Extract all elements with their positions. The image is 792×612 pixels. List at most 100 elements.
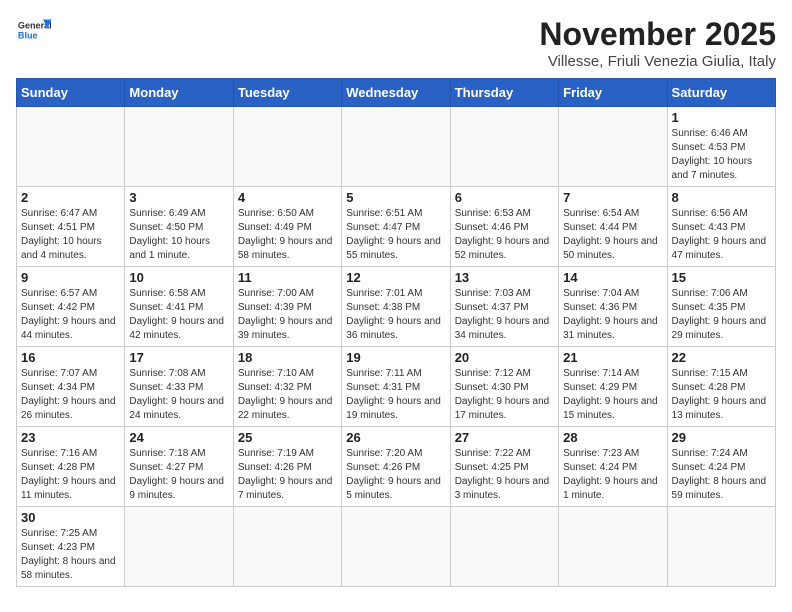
calendar-day-cell: 20Sunrise: 7:12 AM Sunset: 4:30 PM Dayli… bbox=[450, 347, 558, 427]
day-info: Sunrise: 7:22 AM Sunset: 4:25 PM Dayligh… bbox=[455, 447, 554, 503]
calendar-day-cell: 17Sunrise: 7:08 AM Sunset: 4:33 PM Dayli… bbox=[125, 347, 233, 427]
day-number: 20 bbox=[455, 350, 554, 365]
calendar-day-cell bbox=[342, 107, 450, 187]
day-number: 24 bbox=[129, 430, 228, 445]
day-info: Sunrise: 6:49 AM Sunset: 4:50 PM Dayligh… bbox=[129, 207, 228, 263]
calendar-header-row: SundayMondayTuesdayWednesdayThursdayFrid… bbox=[17, 79, 776, 107]
month-title: November 2025 bbox=[539, 16, 776, 53]
calendar-week-row: 16 Sunrise: 7:07 AM Sunset: 4:34 PM Dayli… bbox=[17, 347, 776, 427]
calendar-day-cell: 21Sunrise: 7:14 AM Sunset: 4:29 PM Dayli… bbox=[559, 347, 667, 427]
calendar-day-cell: 1 Sunrise: 6:46 AM Sunset: 4:53 PM Daylig… bbox=[667, 107, 775, 187]
calendar-day-cell: 6 Sunrise: 6:53 AM Sunset: 4:46 PM Daylig… bbox=[450, 187, 558, 267]
weekday-header-monday: Monday bbox=[125, 79, 233, 107]
calendar-day-cell bbox=[667, 507, 775, 587]
calendar-week-row: 9 Sunrise: 6:57 AM Sunset: 4:42 PM Daylig… bbox=[17, 267, 776, 347]
day-number: 9 bbox=[21, 270, 120, 285]
calendar-day-cell: 2 Sunrise: 6:47 AM Sunset: 4:51 PM Daylig… bbox=[17, 187, 125, 267]
day-number: 11 bbox=[238, 270, 337, 285]
day-info: Sunrise: 7:20 AM Sunset: 4:26 PM Dayligh… bbox=[346, 447, 445, 503]
day-info: Sunrise: 7:24 AM Sunset: 4:24 PM Dayligh… bbox=[672, 447, 771, 503]
calendar-day-cell: 18Sunrise: 7:10 AM Sunset: 4:32 PM Dayli… bbox=[233, 347, 341, 427]
weekday-header-tuesday: Tuesday bbox=[233, 79, 341, 107]
day-number: 6 bbox=[455, 190, 554, 205]
calendar-day-cell: 7 Sunrise: 6:54 AM Sunset: 4:44 PM Daylig… bbox=[559, 187, 667, 267]
day-number: 5 bbox=[346, 190, 445, 205]
calendar-day-cell bbox=[559, 107, 667, 187]
day-info: Sunrise: 7:15 AM Sunset: 4:28 PM Dayligh… bbox=[672, 367, 771, 423]
day-number: 25 bbox=[238, 430, 337, 445]
calendar-day-cell bbox=[125, 507, 233, 587]
calendar-day-cell: 28Sunrise: 7:23 AM Sunset: 4:24 PM Dayli… bbox=[559, 427, 667, 507]
weekday-header-friday: Friday bbox=[559, 79, 667, 107]
calendar-week-row: 1 Sunrise: 6:46 AM Sunset: 4:53 PM Daylig… bbox=[17, 107, 776, 187]
day-info: Sunrise: 6:57 AM Sunset: 4:42 PM Dayligh… bbox=[21, 287, 120, 343]
logo: General Blue bbox=[16, 16, 52, 44]
header: General Blue November 2025 Villesse, Fri… bbox=[16, 16, 776, 70]
day-info: Sunrise: 7:10 AM Sunset: 4:32 PM Dayligh… bbox=[238, 367, 337, 423]
calendar-day-cell bbox=[450, 107, 558, 187]
day-number: 21 bbox=[563, 350, 662, 365]
day-info: Sunrise: 7:08 AM Sunset: 4:33 PM Dayligh… bbox=[129, 367, 228, 423]
day-number: 30 bbox=[21, 510, 120, 525]
calendar-day-cell bbox=[450, 507, 558, 587]
calendar-week-row: 23Sunrise: 7:16 AM Sunset: 4:28 PM Dayli… bbox=[17, 427, 776, 507]
day-info: Sunrise: 7:03 AM Sunset: 4:37 PM Dayligh… bbox=[455, 287, 554, 343]
day-number: 14 bbox=[563, 270, 662, 285]
day-number: 29 bbox=[672, 430, 771, 445]
calendar-week-row: 30 Sunrise: 7:25 AM Sunset: 4:23 PM Dayli… bbox=[17, 507, 776, 587]
calendar-day-cell: 11Sunrise: 7:00 AM Sunset: 4:39 PM Dayli… bbox=[233, 267, 341, 347]
day-info: Sunrise: 7:06 AM Sunset: 4:35 PM Dayligh… bbox=[672, 287, 771, 343]
svg-text:Blue: Blue bbox=[18, 30, 38, 40]
calendar-day-cell bbox=[233, 507, 341, 587]
calendar-day-cell: 5 Sunrise: 6:51 AM Sunset: 4:47 PM Daylig… bbox=[342, 187, 450, 267]
calendar-day-cell: 13Sunrise: 7:03 AM Sunset: 4:37 PM Dayli… bbox=[450, 267, 558, 347]
calendar-day-cell: 30 Sunrise: 7:25 AM Sunset: 4:23 PM Dayli… bbox=[17, 507, 125, 587]
calendar-day-cell: 3 Sunrise: 6:49 AM Sunset: 4:50 PM Daylig… bbox=[125, 187, 233, 267]
day-info: Sunrise: 6:53 AM Sunset: 4:46 PM Dayligh… bbox=[455, 207, 554, 263]
weekday-header-sunday: Sunday bbox=[17, 79, 125, 107]
calendar-day-cell: 16 Sunrise: 7:07 AM Sunset: 4:34 PM Dayli… bbox=[17, 347, 125, 427]
calendar-day-cell: 8Sunrise: 6:56 AM Sunset: 4:43 PM Daylig… bbox=[667, 187, 775, 267]
day-number: 3 bbox=[129, 190, 228, 205]
calendar-day-cell: 24 Sunrise: 7:18 AM Sunset: 4:27 PM Dayli… bbox=[125, 427, 233, 507]
day-number: 2 bbox=[21, 190, 120, 205]
calendar-day-cell bbox=[559, 507, 667, 587]
day-number: 27 bbox=[455, 430, 554, 445]
logo-icon: General Blue bbox=[16, 16, 52, 44]
day-number: 15 bbox=[672, 270, 771, 285]
day-info: Sunrise: 7:18 AM Sunset: 4:27 PM Dayligh… bbox=[129, 447, 228, 503]
day-info: Sunrise: 6:54 AM Sunset: 4:44 PM Dayligh… bbox=[563, 207, 662, 263]
calendar-day-cell bbox=[125, 107, 233, 187]
day-info: Sunrise: 6:58 AM Sunset: 4:41 PM Dayligh… bbox=[129, 287, 228, 343]
calendar-day-cell: 29 Sunrise: 7:24 AM Sunset: 4:24 PM Dayli… bbox=[667, 427, 775, 507]
weekday-header-wednesday: Wednesday bbox=[342, 79, 450, 107]
day-number: 1 bbox=[672, 110, 771, 125]
day-number: 7 bbox=[563, 190, 662, 205]
day-number: 4 bbox=[238, 190, 337, 205]
day-number: 16 bbox=[21, 350, 120, 365]
calendar-day-cell bbox=[17, 107, 125, 187]
day-info: Sunrise: 7:11 AM Sunset: 4:31 PM Dayligh… bbox=[346, 367, 445, 423]
calendar-day-cell bbox=[233, 107, 341, 187]
day-info: Sunrise: 6:46 AM Sunset: 4:53 PM Dayligh… bbox=[672, 127, 771, 183]
day-info: Sunrise: 7:25 AM Sunset: 4:23 PM Dayligh… bbox=[21, 527, 120, 583]
day-number: 26 bbox=[346, 430, 445, 445]
weekday-header-thursday: Thursday bbox=[450, 79, 558, 107]
calendar-day-cell: 14Sunrise: 7:04 AM Sunset: 4:36 PM Dayli… bbox=[559, 267, 667, 347]
day-info: Sunrise: 7:07 AM Sunset: 4:34 PM Dayligh… bbox=[21, 367, 120, 423]
day-info: Sunrise: 7:19 AM Sunset: 4:26 PM Dayligh… bbox=[238, 447, 337, 503]
day-info: Sunrise: 7:01 AM Sunset: 4:38 PM Dayligh… bbox=[346, 287, 445, 343]
calendar-day-cell: 12Sunrise: 7:01 AM Sunset: 4:38 PM Dayli… bbox=[342, 267, 450, 347]
calendar-day-cell: 25 Sunrise: 7:19 AM Sunset: 4:26 PM Dayli… bbox=[233, 427, 341, 507]
title-area: November 2025 Villesse, Friuli Venezia G… bbox=[539, 16, 776, 70]
calendar-day-cell: 23Sunrise: 7:16 AM Sunset: 4:28 PM Dayli… bbox=[17, 427, 125, 507]
calendar-week-row: 2 Sunrise: 6:47 AM Sunset: 4:51 PM Daylig… bbox=[17, 187, 776, 267]
calendar-day-cell: 15 Sunrise: 7:06 AM Sunset: 4:35 PM Dayli… bbox=[667, 267, 775, 347]
calendar-day-cell: 10Sunrise: 6:58 AM Sunset: 4:41 PM Dayli… bbox=[125, 267, 233, 347]
day-number: 19 bbox=[346, 350, 445, 365]
day-number: 22 bbox=[672, 350, 771, 365]
day-info: Sunrise: 7:16 AM Sunset: 4:28 PM Dayligh… bbox=[21, 447, 120, 503]
calendar-day-cell: 4Sunrise: 6:50 AM Sunset: 4:49 PM Daylig… bbox=[233, 187, 341, 267]
day-info: Sunrise: 6:47 AM Sunset: 4:51 PM Dayligh… bbox=[21, 207, 120, 263]
day-info: Sunrise: 6:51 AM Sunset: 4:47 PM Dayligh… bbox=[346, 207, 445, 263]
